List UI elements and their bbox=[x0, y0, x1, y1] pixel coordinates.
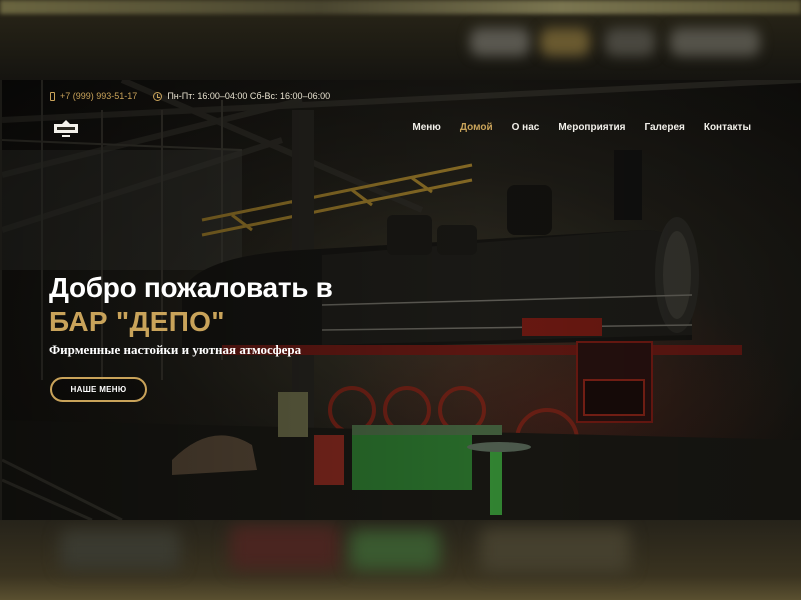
website-hero: +7 (999) 993-51-17 Пн-Пт: 16:00–04:00 Сб… bbox=[2, 80, 801, 520]
opening-hours-text: Пн-Пт: 16:00–04:00 Сб-Вс: 16:00–06:00 bbox=[167, 91, 331, 101]
nav-item-contacts[interactable]: Контакты bbox=[704, 122, 751, 133]
phone-icon bbox=[50, 91, 55, 101]
nav-item-events[interactable]: Мероприятия bbox=[558, 122, 625, 133]
logo[interactable] bbox=[50, 118, 82, 140]
blurred-background-bottom bbox=[0, 520, 801, 600]
nav-item-menu[interactable]: Меню bbox=[412, 122, 440, 133]
clock-icon bbox=[153, 91, 163, 101]
phone-number[interactable]: +7 (999) 993-51-17 bbox=[60, 91, 137, 101]
hero-subtitle: Фирменные настойки и уютная атмосфера bbox=[49, 342, 302, 357]
nav-item-gallery[interactable]: Галерея bbox=[644, 122, 684, 133]
top-info-bar: +7 (999) 993-51-17 Пн-Пт: 16:00–04:00 Сб… bbox=[50, 88, 340, 104]
nav-item-home[interactable]: Домой bbox=[460, 122, 493, 133]
hero-title-line1: Добро пожаловать в bbox=[49, 272, 333, 303]
blurred-background-top bbox=[0, 0, 801, 80]
nav-item-about[interactable]: О нас bbox=[512, 122, 540, 133]
our-menu-button[interactable]: НАШЕ МЕНЮ bbox=[50, 377, 147, 402]
phone-contact[interactable]: +7 (999) 993-51-17 bbox=[50, 91, 137, 101]
opening-hours: Пн-Пт: 16:00–04:00 Сб-Вс: 16:00–06:00 bbox=[153, 91, 330, 101]
hero-title-line2: БАР "ДЕПО" bbox=[49, 306, 225, 337]
main-navigation: Меню Домой О нас Мероприятия Галерея Кон… bbox=[412, 122, 751, 133]
